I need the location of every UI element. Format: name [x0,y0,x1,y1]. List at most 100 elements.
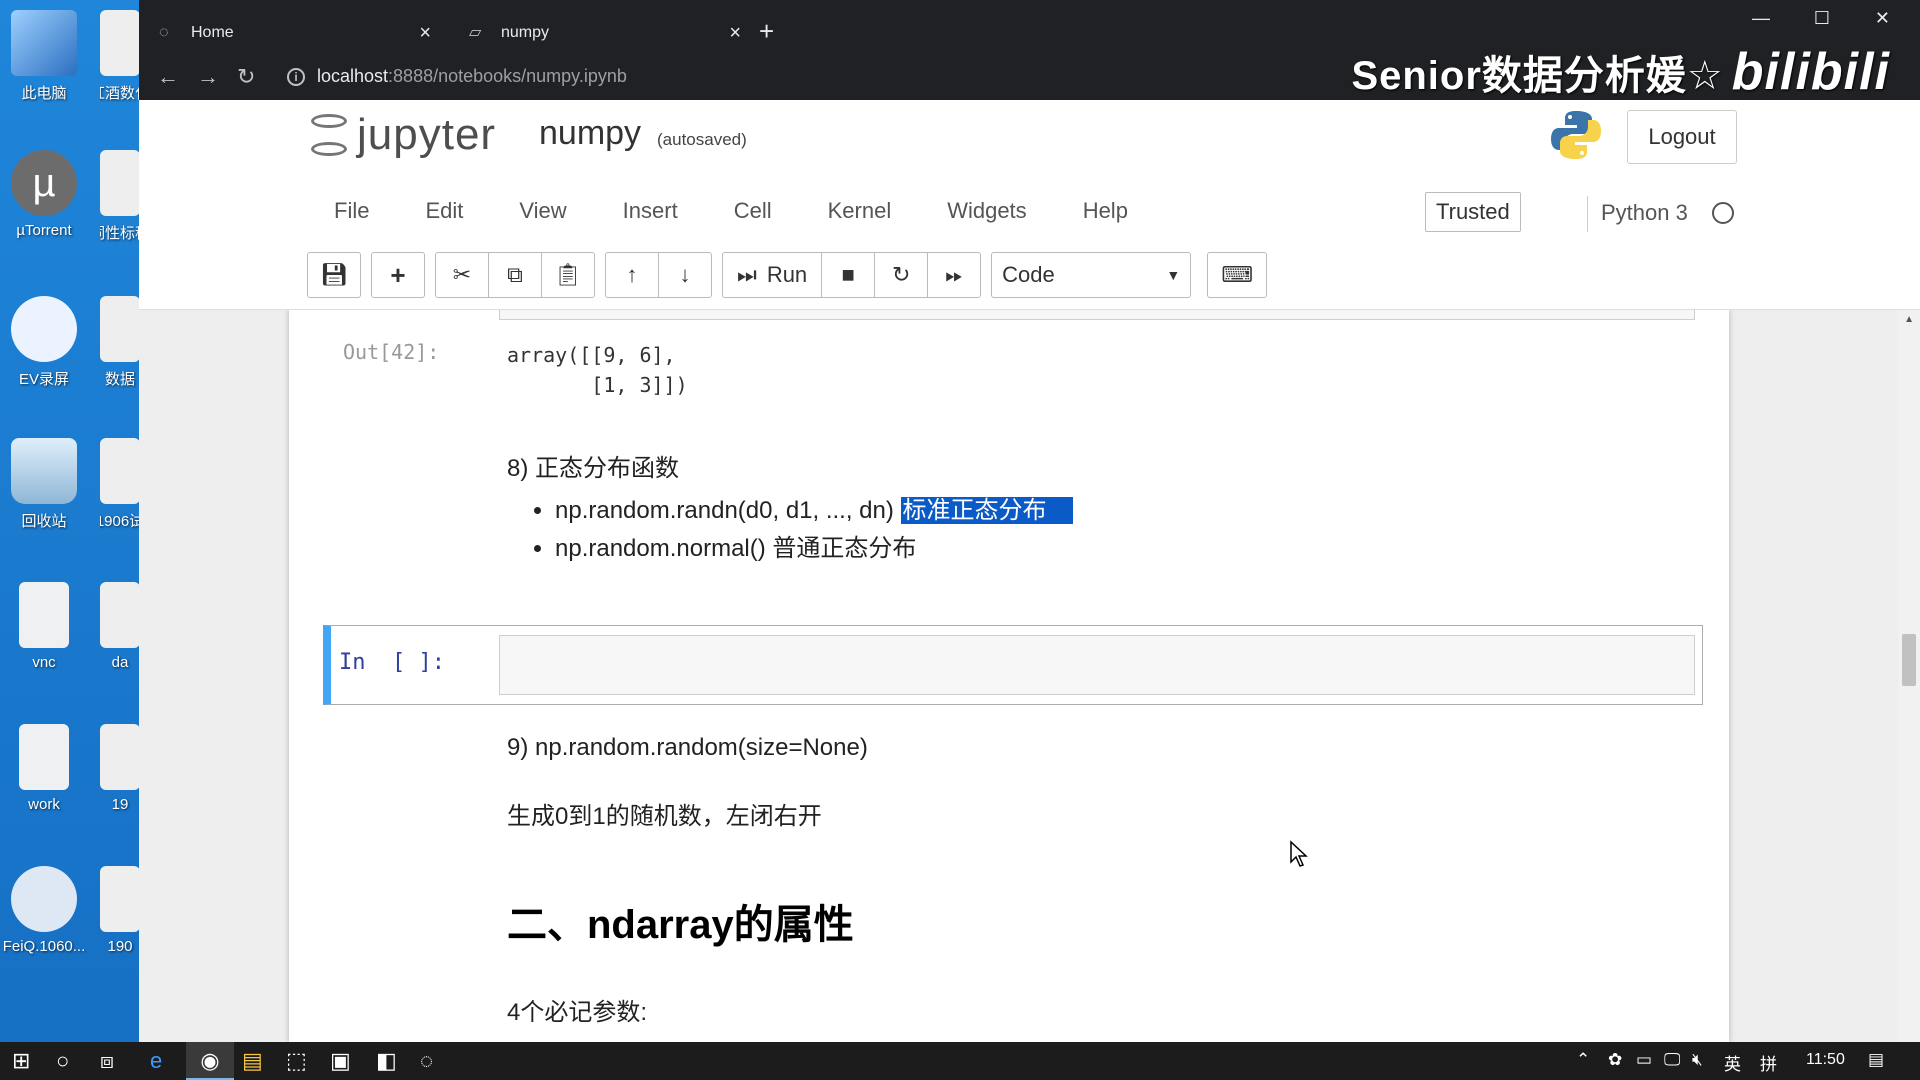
app-icon[interactable]: ◌ [420,1048,433,1074]
plus-icon: + [390,259,406,290]
menu-insert[interactable]: Insert [623,198,678,234]
document-icon [100,866,140,932]
previous-cell-input[interactable] [499,310,1695,320]
file-explorer-icon[interactable]: ▤ [242,1048,263,1074]
copy-icon: ⧉ [507,262,523,287]
menu-cell[interactable]: Cell [734,198,772,234]
volume-icon[interactable]: 🔇︎ [1692,1050,1703,1070]
taskbar: ⊞ ○ ⧈ e ◉ ▤ ⬚ ▣ ◧ ◌ ⌃ ✿ ▭ 🖵︎ 🔇︎ 英 拼 11:5… [0,1042,1920,1080]
menu-view[interactable]: View [519,198,566,234]
watermark: Senior数据分析媛☆ bilibili [1351,42,1890,102]
desktop-icon-recycle[interactable]: 回收站 [0,438,92,531]
run-button[interactable]: ⏭︎ Run [722,252,823,298]
stop-button[interactable]: ■ [821,252,876,298]
desktop-icon-doc[interactable]: 数据 [100,296,140,389]
save-button[interactable]: 💾︎ [307,252,361,298]
kernel-name[interactable]: Python 3 [1601,200,1688,226]
cut-icon: ✂ [452,262,472,287]
battery-icon[interactable]: ▭ [1636,1050,1652,1070]
search-icon[interactable]: ○ [56,1048,69,1074]
close-icon[interactable]: × [419,22,431,45]
menu-widgets[interactable]: Widgets [947,198,1026,234]
chrome-icon[interactable]: ◉ [186,1042,234,1080]
keyboard-icon: ⌨ [1221,262,1254,287]
desktop-icon-utorrent[interactable]: µ µTorrent [0,150,92,239]
arrow-up-icon: ↑ [626,262,638,287]
list-item-text: np.random.randn(d0, d1, ..., dn) [555,497,901,524]
menu-edit[interactable]: Edit [425,198,463,234]
clock[interactable]: 11:50 [1806,1051,1845,1069]
menu-bar: File Edit View Insert Cell Kernel Widget… [334,198,1184,234]
desktop-icon-computer[interactable]: 此电脑 [0,10,92,103]
notebook-toolbar: 💾︎ + ✂ ⧉ 📋︎ ↑ ↓ ⏭︎ Run ■ ↻ ⏩︎ Code ▼ ⌨ [307,252,1277,298]
tab-numpy[interactable]: ▱ numpy × [449,14,749,52]
tray-chevron-icon[interactable]: ⌃ [1576,1050,1590,1070]
cell-type-select[interactable]: Code ▼ [991,252,1192,298]
menu-kernel[interactable]: Kernel [828,198,892,234]
ime-mode[interactable]: 拼 [1760,1050,1777,1075]
app-icon[interactable]: ◧ [376,1048,397,1074]
utorrent-icon: µ [11,150,77,216]
app-icon[interactable]: ⬚ [286,1048,307,1074]
desktop-icon-doc[interactable]: 190 [100,866,140,955]
new-tab-button[interactable]: + [759,16,774,47]
close-window-icon[interactable]: ✕ [1875,8,1890,29]
logout-button[interactable]: Logout [1627,110,1737,164]
tab-home[interactable]: ◌ Home × [139,14,439,52]
loading-icon: ◌ [159,24,169,41]
minimize-icon[interactable]: — [1752,8,1770,29]
network-icon[interactable]: 🖵︎ [1664,1050,1680,1070]
restart-button[interactable]: ↻ [874,252,929,298]
code-cell-input[interactable] [499,635,1695,695]
markdown-heading-8: 8) 正态分布函数 [507,455,680,482]
jupyter-logo[interactable]: jupyter [309,110,496,160]
desktop-icon-doc[interactable]: 1906试 [100,438,140,531]
app-icon[interactable]: ▣ [330,1048,351,1074]
notification-icon[interactable]: ▤ [1868,1050,1884,1070]
forward-icon[interactable]: → [197,64,219,90]
command-palette-button[interactable]: ⌨ [1207,252,1268,298]
edge-icon[interactable]: e [150,1048,162,1074]
task-view-icon[interactable]: ⧈ [100,1048,114,1074]
info-icon[interactable]: i [287,68,305,86]
desktop: 此电脑 µ µTorrent EV录屏 回收站 vnc work FeiQ.10… [0,0,140,1042]
markdown-heading-9: 9) np.random.random(size=None) [507,734,868,761]
input-language[interactable]: 英 [1724,1050,1741,1075]
move-up-button[interactable]: ↑ [605,252,659,298]
desktop-icon-ev[interactable]: EV录屏 [0,296,92,389]
tray-app-icon[interactable]: ✿ [1608,1050,1622,1070]
trusted-button[interactable]: Trusted [1425,192,1521,232]
notebook-name[interactable]: numpy [539,114,641,153]
desktop-icon-doc[interactable]: 19 [100,724,140,813]
url-field[interactable]: localhost:8888/notebooks/numpy.ipynb [317,66,627,87]
windows-start-icon[interactable]: ⊞ [12,1048,30,1074]
close-icon[interactable]: × [729,22,741,45]
back-icon[interactable]: ← [157,64,179,90]
copy-button[interactable]: ⧉ [488,252,542,298]
selected-text: 标准正态分布 [900,497,1073,524]
menu-help[interactable]: Help [1083,198,1128,234]
autosave-status: (autosaved) [657,130,747,149]
menu-file[interactable]: File [334,198,369,234]
desktop-icon-doc[interactable]: 红酒数化 [100,10,140,103]
reload-icon[interactable]: ↻ [237,64,255,90]
insert-cell-button[interactable]: + [371,252,425,298]
desktop-icon-vnc[interactable]: vnc [0,582,92,671]
output-text: array([[9, 6], [1, 3]]) [507,340,688,400]
recycle-bin-icon [11,438,77,504]
cell-type-value: Code [1002,262,1055,287]
desktop-icon-work[interactable]: work [0,724,92,813]
move-down-button[interactable]: ↓ [658,252,712,298]
maximize-icon[interactable]: ☐ [1814,8,1830,29]
scrollbar[interactable]: ▲ [1898,310,1920,1042]
scroll-up-icon[interactable]: ▲ [1904,314,1914,325]
desktop-icon-doc[interactable]: 词性标移 [100,150,140,243]
paste-button[interactable]: 📋︎ [541,252,595,298]
desktop-icon-doc[interactable]: da [100,582,140,671]
scrollbar-thumb[interactable] [1902,634,1916,686]
python-logo-icon [1551,111,1601,159]
desktop-icon-feiq[interactable]: FeiQ.1060... [0,866,92,955]
restart-run-all-button[interactable]: ⏩︎ [927,252,982,298]
cut-button[interactable]: ✂ [435,252,489,298]
markdown-list: np.random.randn(d0, d1, ..., dn) 标准正态分布 … [537,492,1073,568]
